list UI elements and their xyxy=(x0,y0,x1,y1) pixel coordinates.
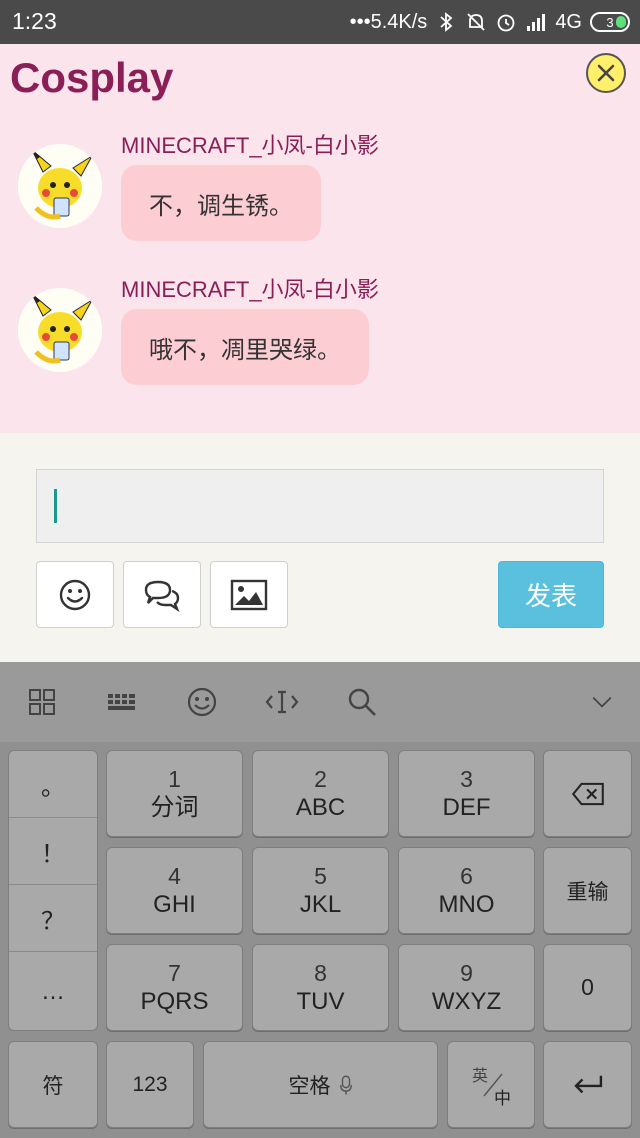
key-label: 123 xyxy=(132,1072,168,1096)
comments-icon xyxy=(144,580,180,612)
key-label: WXYZ xyxy=(431,987,502,1015)
key-number: 4 xyxy=(168,862,181,889)
key-8[interactable]: 8 TUV xyxy=(252,944,389,1031)
send-button[interactable]: 发表 xyxy=(498,561,604,628)
key-label: GHI xyxy=(153,890,196,918)
message-bubble: 不，调生锈。 xyxy=(121,165,321,241)
bluetooth-icon xyxy=(435,11,457,33)
composer: 发表 xyxy=(0,433,640,662)
key-label: JKL xyxy=(299,890,342,918)
keyboard: 。 ！ ？ … 1 分词 2 ABC 3 DEF 4 GHI 5 JKL 6 M… xyxy=(0,662,640,1138)
key-number: 8 xyxy=(314,959,327,986)
message-bubble: 哦不，凋里哭绿。 xyxy=(121,309,369,385)
battery-level: 3 xyxy=(606,14,614,30)
message-sender: MINECRAFT_小凤-白小影 xyxy=(121,133,379,158)
key-number: 6 xyxy=(460,862,473,889)
punct-key[interactable]: … xyxy=(9,952,97,1030)
status-time: 1:23 xyxy=(12,8,57,34)
message-sender: MINECRAFT_小凤-白小影 xyxy=(121,277,379,302)
key-6[interactable]: 6 MNO xyxy=(398,847,535,934)
punct-key[interactable]: 。 xyxy=(9,751,97,818)
status-icons: •••5.4K/s 4G 3 xyxy=(350,8,630,36)
key-number: 5 xyxy=(314,862,327,889)
backspace-key[interactable] xyxy=(543,750,632,837)
zero-key[interactable]: 0 xyxy=(543,944,632,1031)
chat-area: Cosplay MINECRAFT_小凤-白小影 不，调生锈。 MINECRAF… xyxy=(0,44,640,433)
status-bar: 1:23 •••5.4K/s 4G 3 xyxy=(0,0,640,44)
menu-grid-icon[interactable] xyxy=(22,682,62,722)
keyboard-layout-icon[interactable] xyxy=(102,682,142,722)
message-input[interactable] xyxy=(36,469,604,543)
key-label: 重输 xyxy=(566,880,609,904)
numbers-key[interactable]: 123 xyxy=(106,1041,194,1128)
key-1[interactable]: 1 分词 xyxy=(106,750,243,837)
key-label: 符 xyxy=(42,1074,64,1098)
key-3[interactable]: 3 DEF xyxy=(398,750,535,837)
enter-key[interactable] xyxy=(543,1041,632,1128)
battery-icon: 3 xyxy=(590,12,630,32)
punct-key[interactable]: ？ xyxy=(9,885,97,952)
key-label: 分词 xyxy=(150,793,199,821)
alarm-icon xyxy=(495,11,517,33)
quote-button[interactable] xyxy=(123,561,201,628)
language-switch-key[interactable]: 英 中 xyxy=(447,1041,535,1128)
keyboard-toolbar xyxy=(0,662,640,742)
key-label: ABC xyxy=(295,793,346,821)
lang-bottom-label: 中 xyxy=(494,1089,511,1108)
key-number: 3 xyxy=(460,765,473,792)
search-icon[interactable] xyxy=(342,682,382,722)
backspace-icon xyxy=(571,782,604,805)
close-icon xyxy=(597,64,615,82)
avatar[interactable] xyxy=(18,288,102,372)
key-label: 空格 xyxy=(288,1074,331,1098)
avatar[interactable] xyxy=(18,144,102,228)
key-2[interactable]: 2 ABC xyxy=(252,750,389,837)
network-speed: •••5.4K/s xyxy=(349,10,428,33)
mute-bell-icon xyxy=(465,11,487,33)
key-number: 9 xyxy=(460,959,473,986)
symbols-key[interactable]: 符 xyxy=(8,1041,98,1128)
microphone-icon xyxy=(339,1075,352,1095)
emoji-button[interactable] xyxy=(36,561,114,628)
key-9[interactable]: 9 WXYZ xyxy=(398,944,535,1031)
signal-icon xyxy=(525,11,547,33)
enter-arrow-icon xyxy=(573,1075,602,1093)
key-5[interactable]: 5 JKL xyxy=(252,847,389,934)
image-icon xyxy=(230,579,268,610)
network-type: 4G xyxy=(555,10,582,33)
cursor-move-icon[interactable] xyxy=(262,682,302,722)
key-number: 2 xyxy=(314,765,327,792)
reenter-key[interactable]: 重输 xyxy=(543,847,632,934)
text-caret xyxy=(54,489,57,523)
image-button[interactable] xyxy=(210,561,288,628)
key-label: PQRS xyxy=(140,987,209,1015)
key-number: 1 xyxy=(168,765,181,792)
key-label: DEF xyxy=(442,793,491,821)
page-title: Cosplay xyxy=(10,54,174,101)
key-label: 0 xyxy=(581,974,594,1000)
key-7[interactable]: 7 PQRS xyxy=(106,944,243,1031)
punct-key[interactable]: ！ xyxy=(9,818,97,885)
chevron-down-icon[interactable] xyxy=(582,682,622,722)
close-button[interactable] xyxy=(586,53,626,93)
key-number: 7 xyxy=(168,959,181,986)
key-label: MNO xyxy=(438,890,495,918)
emoji-icon[interactable] xyxy=(182,682,222,722)
space-key[interactable]: 空格 xyxy=(203,1041,438,1128)
key-4[interactable]: 4 GHI xyxy=(106,847,243,934)
punctuation-column: 。 ！ ？ … xyxy=(8,750,98,1031)
key-label: TUV xyxy=(296,987,345,1015)
smiley-icon xyxy=(59,579,91,610)
